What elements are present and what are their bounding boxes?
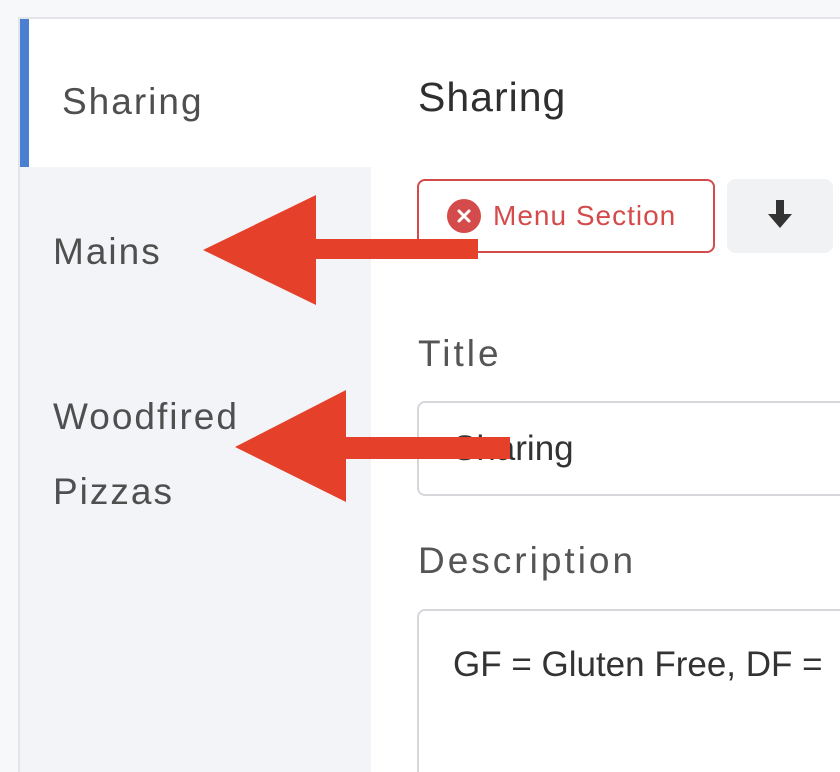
sidebar: Sharing Mains Woodfired Pizzas — [20, 19, 371, 772]
sidebar-item-label: Woodfired Pizzas — [53, 396, 239, 512]
section-title: Sharing — [418, 74, 567, 120]
remove-button-label: Menu Section — [493, 200, 677, 231]
remove-menu-section-button[interactable]: Menu Section — [417, 179, 715, 253]
description-field-label: Description — [418, 540, 637, 581]
sidebar-item-label: Sharing — [62, 81, 204, 122]
close-circle-icon — [447, 199, 481, 233]
move-down-button[interactable] — [727, 179, 833, 253]
description-input[interactable]: GF = Gluten Free, DF = — [417, 609, 840, 772]
title-field-label: Title — [418, 333, 502, 374]
arrow-down-icon — [766, 198, 794, 235]
page: Sharing Mains Woodfired Pizzas Sharing M… — [0, 0, 840, 772]
title-input[interactable]: Sharing — [417, 401, 840, 496]
sidebar-item-sharing[interactable]: Sharing — [20, 19, 371, 167]
sidebar-item-label: Mains — [53, 231, 162, 272]
